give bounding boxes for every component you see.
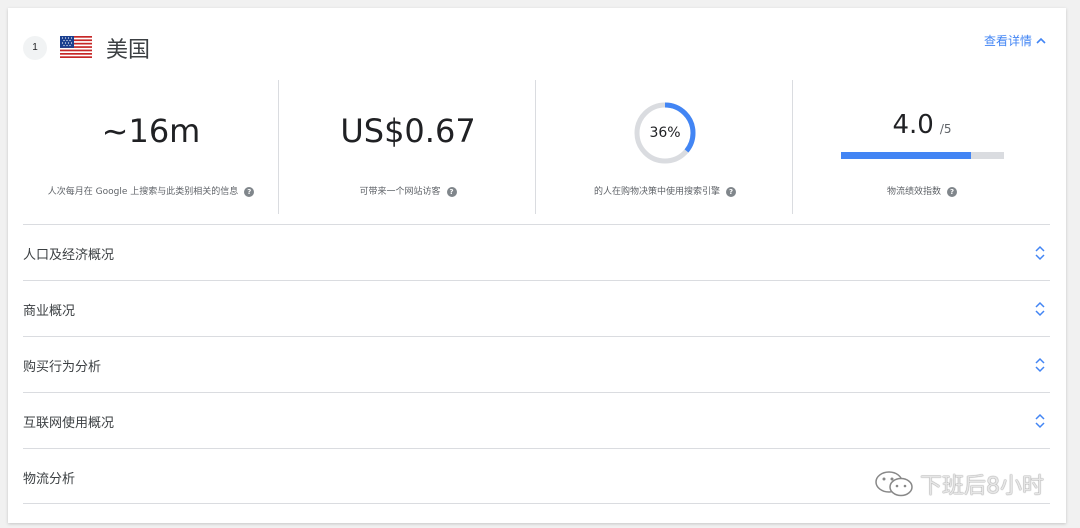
- section-label: 商业概况: [23, 304, 76, 319]
- view-details-link[interactable]: 查看详情: [984, 32, 1046, 49]
- search-share-value: 36%: [649, 125, 681, 141]
- us-flag-icon: [60, 36, 92, 58]
- divider: [535, 80, 536, 214]
- section-business-overview[interactable]: 商业概况: [23, 280, 1050, 336]
- view-details-label: 查看详情: [983, 34, 1032, 48]
- monthly-searches-value: ~16m: [101, 112, 201, 150]
- expand-icon[interactable]: [1034, 357, 1046, 373]
- help-icon[interactable]: ?: [947, 187, 957, 197]
- section-list: 人口及经济概况 商业概况 购买行为分析 互联网使用概况 物流分析: [23, 224, 1050, 504]
- logistics-score: 4.0/5: [794, 110, 1050, 140]
- section-purchase-behavior[interactable]: 购买行为分析: [23, 336, 1050, 392]
- chevron-up-icon: [1036, 37, 1046, 44]
- logistics-score-max: /5: [939, 122, 952, 136]
- logistics-score-bar: [841, 152, 1004, 159]
- section-label: 互联网使用概况: [23, 416, 115, 431]
- expand-icon[interactable]: [1034, 413, 1046, 429]
- expand-icon[interactable]: [1034, 245, 1046, 261]
- logistics-score-bar-fill: [841, 152, 972, 159]
- watermark: 下班后8小时: [874, 468, 1044, 500]
- section-demographics-economy[interactable]: 人口及经济概况: [23, 224, 1050, 280]
- country-name: 美国: [106, 38, 151, 63]
- search-share-label: 的人在购物决策中使用搜索引擎?: [537, 184, 793, 197]
- metric-monthly-searches: ~16m 人次每月在 Google 上搜索与此类别相关的信息?: [23, 80, 279, 214]
- section-internet-usage[interactable]: 互联网使用概况: [23, 392, 1050, 448]
- expand-icon[interactable]: [1034, 301, 1046, 317]
- cost-per-visitor-value: US$0.67: [340, 112, 476, 150]
- search-share-label-text: 的人在购物决策中使用搜索引擎: [593, 187, 720, 197]
- metrics-row: ~16m 人次每月在 Google 上搜索与此类别相关的信息? US$0.67 …: [23, 80, 1050, 214]
- watermark-text: 下班后8小时: [920, 474, 1044, 499]
- logistics-label: 物流绩效指数?: [794, 184, 1050, 197]
- metric-search-engine-share: 36% 的人在购物决策中使用搜索引擎?: [537, 80, 793, 214]
- help-icon[interactable]: ?: [446, 187, 457, 197]
- divider: [792, 80, 793, 214]
- section-label: 物流分析: [23, 472, 76, 487]
- logistics-label-text: 物流绩效指数: [886, 187, 941, 197]
- help-icon[interactable]: ?: [726, 187, 736, 197]
- metric-cost-per-visitor: US$0.67 可带来一个网站访客?: [280, 80, 536, 214]
- metric-logistics-index: 4.0/5 物流绩效指数?: [794, 80, 1050, 214]
- monthly-searches-label-text: 人次每月在 Google 上搜索与此类别相关的信息: [47, 187, 239, 197]
- cost-per-visitor-label-text: 可带来一个网站访客: [359, 187, 441, 197]
- help-icon[interactable]: ?: [244, 187, 255, 197]
- wechat-icon: [875, 471, 913, 497]
- monthly-searches-label: 人次每月在 Google 上搜索与此类别相关的信息?: [23, 184, 279, 197]
- cost-per-visitor-label: 可带来一个网站访客?: [280, 184, 536, 197]
- country-card: 1 美国 查看详情 ~16m 人次每月在 Google 上搜索与此类别相关的信息…: [8, 8, 1066, 523]
- section-label: 购买行为分析: [23, 360, 102, 375]
- logistics-score-value: 4.0: [892, 110, 934, 140]
- section-label: 人口及经济概况: [23, 248, 115, 263]
- divider: [278, 80, 279, 214]
- rank-badge: 1: [23, 36, 47, 60]
